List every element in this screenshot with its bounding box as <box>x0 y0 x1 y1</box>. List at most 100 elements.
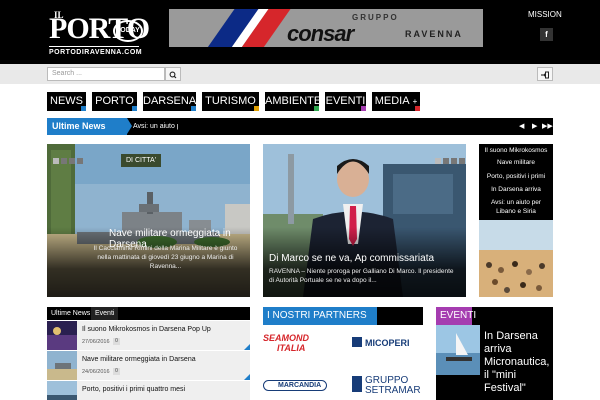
featured-story[interactable]: DI CITTA' Nave militare ormeggiata in Da… <box>47 144 250 297</box>
banner-gruppo: GRUPPO <box>352 13 399 22</box>
nav-label: NEWS <box>50 95 83 107</box>
login-icon <box>541 71 549 79</box>
nav-plus-icon: + <box>412 97 418 106</box>
partner-setramar[interactable]: GRUPPO SETRAMAR <box>352 376 421 396</box>
nav-turismo[interactable]: TURISMO <box>202 92 259 111</box>
partner-marcandia[interactable]: MARCANDIA <box>263 380 328 391</box>
partner-name: MICOPERI <box>365 338 410 348</box>
ticker-prev-icon[interactable]: ◀ <box>519 118 524 135</box>
list-corner-mark <box>244 374 250 380</box>
sidebar-image[interactable] <box>479 220 553 297</box>
sidebar-link[interactable]: Porto, positivi i primi <box>479 173 553 181</box>
list-title[interactable]: Il suono Mikrokosmos in Darsena Pop Up <box>82 326 211 333</box>
search-input[interactable]: Search ... <box>47 67 165 81</box>
sidebar-link[interactable]: Libano e Siria <box>479 208 553 216</box>
eventi-title[interactable]: In Darsena arriva Micronautica, il "mini… <box>484 330 550 395</box>
nav-label: DARSENA <box>143 95 197 107</box>
slider-dot[interactable] <box>53 158 59 164</box>
sidebar-link[interactable]: In Darsena arriva <box>479 186 553 194</box>
nav-accent <box>191 106 196 111</box>
slider-dot[interactable] <box>443 158 449 164</box>
sidebar-link[interactable]: Nave militare <box>479 159 553 167</box>
search-button[interactable] <box>165 67 181 81</box>
slider-dots[interactable] <box>53 158 83 164</box>
nav-accent <box>132 106 137 111</box>
nav-label: TURISMO <box>205 95 256 107</box>
list-title[interactable]: Porto, positivi i primi quattro mesi <box>82 386 185 393</box>
logo-rule <box>49 46 139 47</box>
login-button[interactable] <box>537 67 553 81</box>
sidebar-link[interactable]: Il suono Mikrokosmos <box>479 147 553 155</box>
slider-dots[interactable] <box>435 158 465 164</box>
mission-link[interactable]: MISSION <box>528 10 562 19</box>
news-ticker: Ultime News Avsi: un aiuto p ◀ ▶ ▶▶ <box>47 118 553 135</box>
nav-news[interactable]: NEWS <box>47 92 86 111</box>
partner-name: SEAMOND <box>263 333 310 343</box>
partner-name: SETRAMAR <box>365 385 421 396</box>
slider-dot[interactable] <box>435 158 441 164</box>
slider-dot[interactable] <box>459 158 465 164</box>
nav-label: AMBIENTE <box>265 95 322 107</box>
sidebar-link[interactable]: Avsi: un aiuto per <box>479 199 553 207</box>
ticker-fast-forward-icon[interactable]: ▶▶ <box>542 118 553 135</box>
slider-dot[interactable] <box>69 158 75 164</box>
featured-story[interactable]: Di Marco se ne va, Ap commissariata RAVE… <box>263 144 466 297</box>
tab-ultime-news[interactable]: Ultime News <box>47 307 96 320</box>
list-title[interactable]: Nave militare ormeggiata in Darsena <box>82 356 196 363</box>
comment-count: 0 <box>113 338 120 345</box>
partner-seamond[interactable]: SEAMOND ITALIA <box>263 333 309 353</box>
beach-image <box>479 220 553 297</box>
ticker-text[interactable]: Avsi: un aiuto p <box>133 118 178 135</box>
partner-micoperi[interactable]: MICOPERI <box>352 337 410 348</box>
nav-label: EVENTI <box>325 95 366 107</box>
partners-header: I NOSTRI PARTNERS <box>263 307 423 325</box>
nav-label: MEDIA <box>374 95 410 107</box>
list-thumb <box>47 321 77 350</box>
nav-porto[interactable]: PORTO <box>92 92 137 111</box>
eventi-card[interactable]: In Darsena arriva Micronautica, il "mini… <box>436 325 553 400</box>
logo-site-url: PORTODIRAVENNA.COM <box>49 49 143 56</box>
comment-count: 0 <box>113 368 120 375</box>
eventi-image <box>436 325 480 375</box>
nav-media[interactable]: MEDIA + <box>372 92 420 111</box>
nav-eventi[interactable]: EVENTI <box>325 92 366 111</box>
partners-label: I NOSTRI PARTNERS <box>263 307 377 325</box>
site-logo[interactable]: IL PORTO TODAY PORTODIRAVENNA.COM <box>47 8 150 60</box>
slider-dot[interactable] <box>77 158 83 164</box>
site-header: IL PORTO TODAY PORTODIRAVENNA.COM GRUPPO… <box>0 0 600 64</box>
eventi-label: EVENTI <box>436 307 476 325</box>
tab-eventi[interactable]: Eventi <box>91 307 119 320</box>
ticker-next-icon[interactable]: ▶ <box>532 118 537 135</box>
story-title[interactable]: Di Marco se ne va, Ap commissariata <box>269 253 460 264</box>
nav-accent <box>415 106 420 111</box>
partner-name: ITALIA <box>277 343 306 353</box>
partner-name: MARCANDIA <box>278 382 322 389</box>
list-date: 24/06/2016 <box>82 369 110 375</box>
eventi-header: EVENTI <box>436 307 553 325</box>
nav-darsena[interactable]: DARSENA <box>143 92 196 111</box>
story-excerpt: Il Cacciamine Rimini della Marina Milita… <box>93 245 238 270</box>
nav-accent <box>254 106 259 111</box>
nav-ambiente[interactable]: AMBIENTE <box>265 92 322 111</box>
latest-tabs: Ultime News Eventi <box>47 307 250 320</box>
sponsor-banner[interactable]: GRUPPO consar RAVENNA <box>169 9 483 47</box>
category-tag[interactable]: DI CITTA' <box>121 154 161 167</box>
list-item[interactable]: Porto, positivi i primi quattro mesi <box>47 381 250 400</box>
nav-accent <box>361 106 366 111</box>
list-thumb <box>47 381 77 400</box>
slider-dot[interactable] <box>61 158 67 164</box>
banner-brand: consar <box>287 21 354 46</box>
banner-city: RAVENNA <box>405 29 463 39</box>
slider-dot[interactable] <box>451 158 457 164</box>
search-icon <box>169 71 177 79</box>
ticker-label: Ultime News <box>47 118 132 135</box>
logo-today-badge: TODAY <box>113 20 143 42</box>
list-date: 27/06/2016 <box>82 339 110 345</box>
list-item[interactable]: Nave militare ormeggiata in Darsena 24/0… <box>47 351 250 380</box>
list-corner-mark <box>244 344 250 350</box>
sidebar-headlines: Il suono Mikrokosmos Nave militare Porto… <box>479 144 553 220</box>
setramar-logo-icon <box>352 376 362 392</box>
nav-accent <box>314 106 319 111</box>
list-item[interactable]: Il suono Mikrokosmos in Darsena Pop Up 2… <box>47 321 250 350</box>
facebook-icon[interactable]: f <box>540 28 553 41</box>
